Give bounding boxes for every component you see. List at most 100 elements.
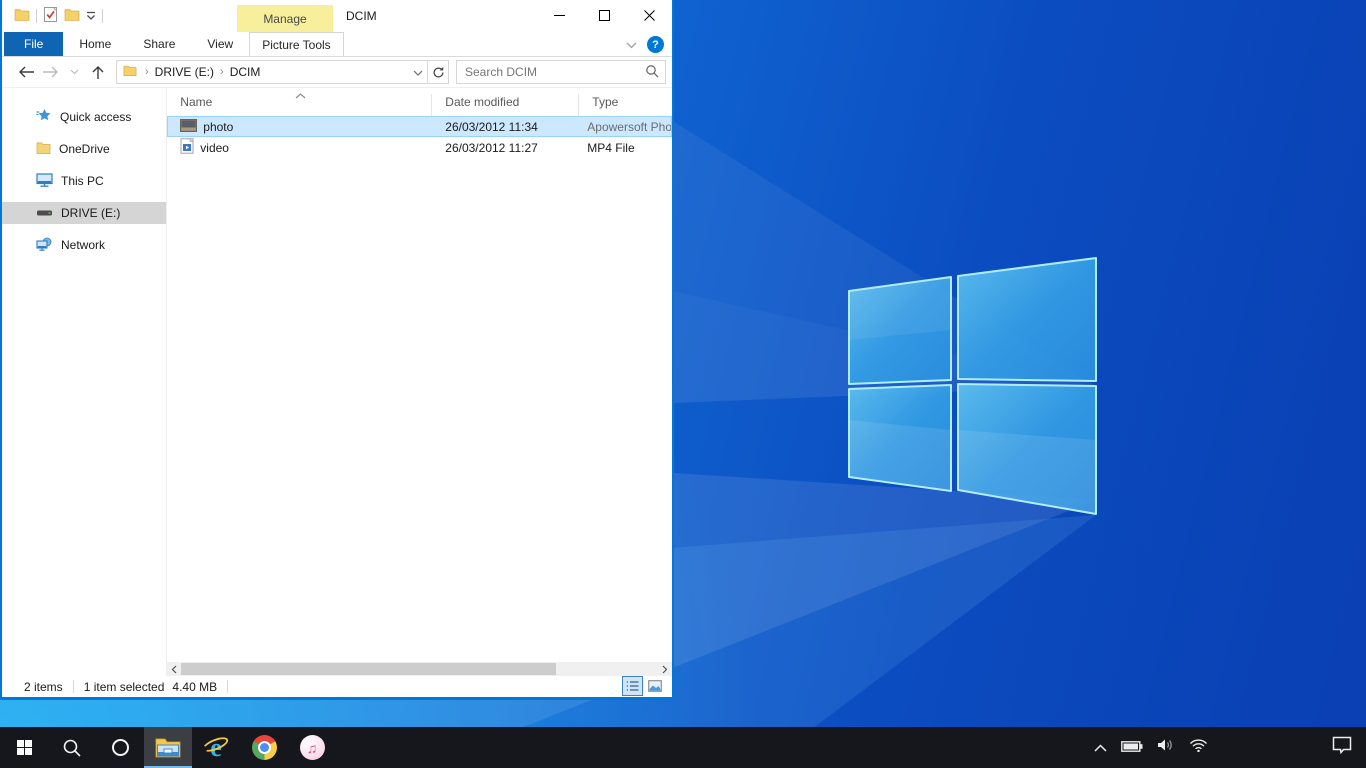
windows-logo-icon <box>17 740 32 755</box>
sidebar-item-label: Quick access <box>60 110 131 124</box>
taskbar-internet-explorer[interactable]: e <box>192 727 240 768</box>
address-bar[interactable]: › DRIVE (E:) › DCIM <box>116 60 428 84</box>
file-name: photo <box>203 120 233 134</box>
close-button[interactable] <box>627 0 672 31</box>
properties-icon[interactable] <box>43 6 58 26</box>
file-pane-empty-area[interactable] <box>167 158 672 662</box>
forward-button[interactable] <box>38 60 62 84</box>
battery-icon[interactable] <box>1121 739 1143 757</box>
navigation-pane: Quick access OneDrive This PC <box>2 88 167 676</box>
usb-drive-icon <box>36 206 53 220</box>
quick-access-toolbar <box>14 6 103 26</box>
scrollbar-track[interactable] <box>181 662 658 676</box>
status-separator <box>227 680 228 693</box>
hidden-icons-chevron-icon[interactable] <box>1094 739 1107 757</box>
sidebar-item-drive-e[interactable]: DRIVE (E:) <box>2 202 166 224</box>
breadcrumb-drive[interactable]: DRIVE (E:) <box>155 65 214 79</box>
address-folder-icon <box>123 64 137 80</box>
recent-locations-chevron-icon[interactable] <box>62 60 86 84</box>
desktop-wallpaper: Manage DCIM File Home Share View Pictur <box>0 0 1366 768</box>
breadcrumb-dcim[interactable]: DCIM <box>230 65 261 79</box>
chrome-icon <box>252 735 277 760</box>
file-list-pane: Name Date modified Type photo 26/03/2012… <box>167 88 672 676</box>
tab-picture-tools[interactable]: Picture Tools <box>249 32 343 56</box>
help-button[interactable]: ? <box>647 36 664 53</box>
sidebar-item-label: Network <box>61 238 105 252</box>
taskbar-itunes[interactable]: ♫ <box>288 727 336 768</box>
ribbon-tabs: File Home Share View Picture Tools ? <box>2 32 672 57</box>
file-explorer-icon <box>155 737 181 758</box>
sidebar-item-quick-access[interactable]: Quick access <box>2 106 166 128</box>
qat-separator <box>102 9 103 23</box>
file-date-modified: 26/03/2012 11:34 <box>432 120 579 134</box>
action-center-icon[interactable] <box>1332 736 1352 759</box>
explorer-folder-icon <box>14 7 30 25</box>
sidebar-item-network[interactable]: Network <box>2 234 166 256</box>
selection-size: 4.40 MB <box>172 680 217 694</box>
back-button[interactable] <box>14 60 38 84</box>
customize-qat-chevron-icon[interactable] <box>86 9 96 23</box>
file-type: Apowersoft Pho <box>579 120 672 134</box>
photo-thumbnail-icon <box>180 119 197 135</box>
scroll-left-arrow-icon[interactable] <box>167 662 181 676</box>
file-row-photo[interactable]: photo 26/03/2012 11:34 Apowersoft Pho <box>167 116 672 137</box>
horizontal-scrollbar[interactable] <box>167 662 672 676</box>
sidebar-item-onedrive[interactable]: OneDrive <box>2 138 166 160</box>
tab-view[interactable]: View <box>191 32 249 56</box>
scrollbar-thumb[interactable] <box>181 663 556 675</box>
tab-file[interactable]: File <box>4 32 63 56</box>
itunes-icon: ♫ <box>300 735 325 760</box>
address-dropdown-chevron-icon[interactable] <box>413 65 423 79</box>
ribbon-collapse-chevron-icon[interactable] <box>626 38 637 52</box>
breadcrumb-separator: › <box>145 66 149 78</box>
sidebar-item-label: OneDrive <box>59 142 110 156</box>
quick-access-star-icon <box>36 108 52 126</box>
tab-share[interactable]: Share <box>127 32 191 56</box>
breadcrumb-separator: › <box>220 66 224 78</box>
volume-icon[interactable] <box>1157 738 1175 757</box>
network-icon <box>36 237 53 254</box>
taskbar-file-explorer[interactable] <box>144 727 192 768</box>
onedrive-folder-icon <box>36 141 51 158</box>
column-headers: Name Date modified Type <box>167 88 672 116</box>
search-input[interactable] <box>465 65 645 79</box>
up-button[interactable] <box>86 60 110 84</box>
new-folder-icon[interactable] <box>64 7 80 25</box>
taskbar: e ♫ <box>0 727 1366 768</box>
video-file-icon <box>180 138 194 157</box>
title-bar[interactable]: Manage DCIM <box>2 0 672 32</box>
file-row-video[interactable]: video 26/03/2012 11:27 MP4 File <box>167 137 672 158</box>
maximize-button[interactable] <box>582 0 627 31</box>
sidebar-item-label: This PC <box>61 174 104 188</box>
file-name: video <box>200 141 229 155</box>
wifi-icon[interactable] <box>1189 738 1208 757</box>
status-bar: 2 items 1 item selected 4.40 MB <box>2 676 672 697</box>
selection-count: 1 item selected <box>84 680 165 694</box>
sidebar-item-this-pc[interactable]: This PC <box>2 170 166 192</box>
internet-explorer-icon: e <box>202 734 230 762</box>
details-view-button[interactable] <box>623 677 642 695</box>
minimize-button[interactable] <box>537 0 582 31</box>
column-header-type[interactable]: Type <box>579 94 672 116</box>
this-pc-monitor-icon <box>36 173 53 190</box>
column-header-date-modified[interactable]: Date modified <box>432 94 579 116</box>
taskbar-chrome[interactable] <box>240 727 288 768</box>
search-field[interactable] <box>456 60 666 84</box>
file-date-modified: 26/03/2012 11:27 <box>432 141 579 155</box>
tab-home[interactable]: Home <box>63 32 127 56</box>
refresh-button[interactable] <box>428 60 449 84</box>
file-type: MP4 File <box>579 141 672 155</box>
cortana-button[interactable] <box>96 727 144 768</box>
search-icon[interactable] <box>645 64 659 81</box>
start-button[interactable] <box>0 727 48 768</box>
large-thumbnails-view-button[interactable] <box>645 677 664 695</box>
file-explorer-window: Manage DCIM File Home Share View Pictur <box>0 0 674 700</box>
qat-separator <box>36 9 37 23</box>
item-count: 2 items <box>24 680 63 694</box>
system-tray <box>1094 727 1366 768</box>
taskbar-search-button[interactable] <box>48 727 96 768</box>
contextual-tab-group-manage[interactable]: Manage <box>237 5 333 32</box>
scroll-right-arrow-icon[interactable] <box>658 662 672 676</box>
manage-label: Manage <box>263 12 306 26</box>
cortana-icon <box>112 739 129 756</box>
